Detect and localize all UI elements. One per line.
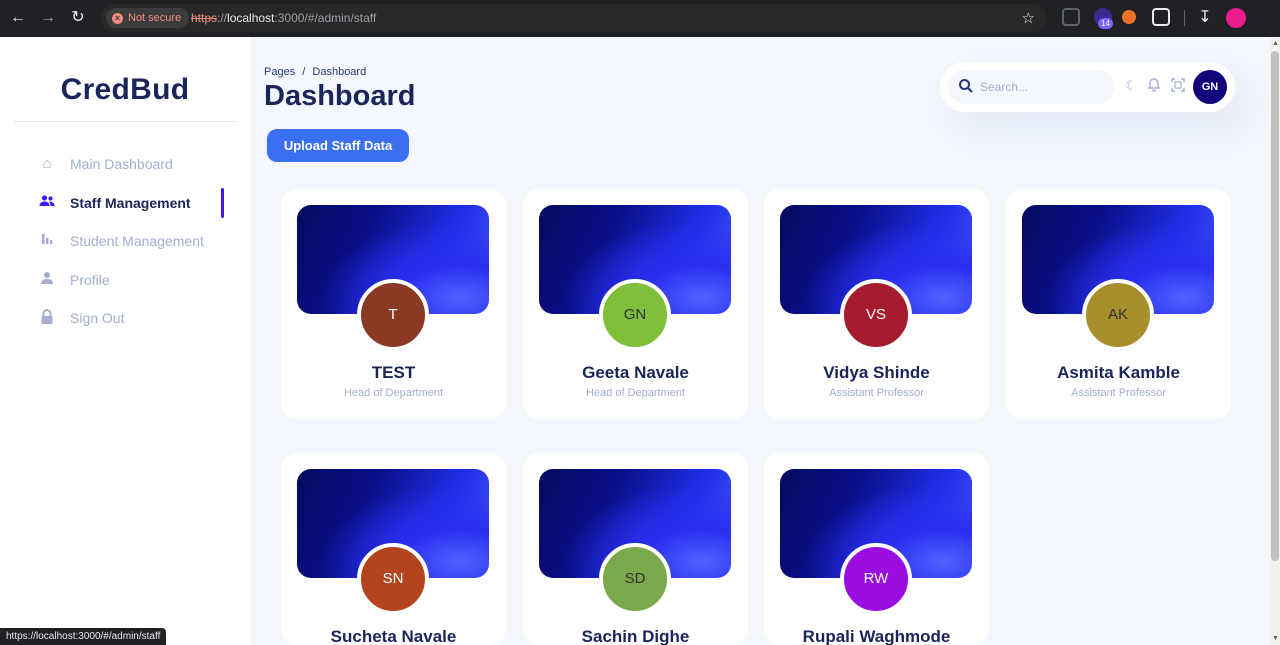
staff-avatar: SN (357, 543, 429, 615)
staff-card[interactable]: RW Rupali Waghmode (764, 453, 989, 645)
warning-icon: × (112, 12, 123, 24)
page-scrollbar[interactable]: ▲ ▼ (1270, 37, 1280, 645)
staff-avatar: AK (1082, 279, 1154, 351)
breadcrumb: Pages / Dashboard (264, 66, 366, 78)
reader-extension-icon[interactable] (1062, 8, 1080, 26)
people-icon (38, 194, 56, 212)
puzzle-extensions-icon[interactable] (1152, 8, 1170, 26)
staff-avatar: RW (840, 543, 912, 615)
search-box[interactable] (948, 70, 1114, 104)
breadcrumb-separator: / (302, 66, 306, 78)
url-text[interactable]: https://localhost:3000/#/admin/staff (191, 10, 376, 26)
breadcrumb-root[interactable]: Pages (264, 66, 295, 78)
staff-card[interactable]: SD Sachin Dighe (523, 453, 748, 645)
staff-role: Assistant Professor (829, 387, 924, 399)
scrollbar-thumb[interactable] (1271, 51, 1279, 561)
staff-role: Assistant Professor (1071, 387, 1166, 399)
extension-badge: 14 (1098, 18, 1113, 29)
back-arrow-icon[interactable]: ← (7, 7, 29, 29)
staff-name: Asmita Kamble (1057, 363, 1180, 382)
bar-chart-icon-svg (42, 234, 53, 244)
scan-qr-icon[interactable] (1170, 78, 1186, 94)
url-protocol: https (191, 11, 218, 25)
staff-name: Sucheta Navale (330, 627, 457, 645)
url-separator: :// (217, 11, 228, 25)
url-host: localhost (227, 11, 275, 25)
staff-name: Geeta Navale (582, 363, 689, 382)
scroll-up-arrow-icon[interactable]: ▲ (1272, 40, 1279, 47)
people-icon-svg (39, 195, 55, 206)
topbar: ☾ GN (940, 62, 1235, 112)
breadcrumb-current[interactable]: Dashboard (312, 66, 366, 78)
lock-icon (38, 309, 56, 327)
sidebar: CredBud ⌂ Main Dashboard Staff Managemen… (0, 37, 250, 645)
search-icon (959, 79, 973, 93)
lock-icon-svg (41, 309, 53, 324)
sidebar-item-label: Main Dashboard (70, 156, 173, 172)
profile-avatar-icon[interactable] (1226, 8, 1246, 28)
forward-arrow-icon[interactable]: → (37, 7, 59, 29)
staff-avatar: SD (599, 543, 671, 615)
staff-card[interactable]: SN Sucheta Navale (281, 453, 506, 645)
scan-icon-svg (1171, 78, 1185, 92)
sidebar-item-label: Profile (70, 272, 110, 288)
bookmark-star-icon[interactable]: ☆ (1022, 9, 1035, 27)
sidebar-divider (14, 121, 237, 122)
toolbar-divider (1184, 10, 1185, 26)
staff-name: Rupali Waghmode (802, 627, 951, 645)
sidebar-item-main-dashboard[interactable]: ⌂ Main Dashboard (0, 149, 250, 179)
scroll-down-arrow-icon[interactable]: ▼ (1272, 635, 1279, 642)
address-bar[interactable]: × Not secure https://localhost:3000/#/ad… (101, 4, 1047, 32)
staff-name: TEST (371, 363, 416, 382)
user-avatar[interactable]: GN (1193, 70, 1227, 104)
staff-card[interactable]: AK Asmita Kamble Assistant Professor (1006, 189, 1231, 419)
dark-mode-moon-icon[interactable]: ☾ (1123, 78, 1139, 94)
sidebar-item-label: Student Management (70, 233, 204, 249)
sidebar-item-staff-management[interactable]: Staff Management (0, 188, 250, 218)
sidebar-item-label: Staff Management (70, 195, 191, 211)
staff-avatar: T (357, 279, 429, 351)
staff-card[interactable]: VS Vidya Shinde Assistant Professor (764, 189, 989, 419)
security-label: Not secure (128, 12, 182, 24)
person-icon-svg (41, 272, 53, 284)
staff-card[interactable]: GN Geeta Navale Head of Department (523, 189, 748, 419)
staff-avatar: VS (840, 279, 912, 351)
page-title: Dashboard (264, 80, 416, 112)
download-icon[interactable]: ↧ (1194, 7, 1216, 29)
bell-icon-svg (1147, 78, 1161, 92)
staff-name: Sachin Dighe (581, 627, 690, 645)
search-input[interactable] (980, 78, 1108, 96)
browser-toolbar: ← → ↻ × Not secure https://localhost:300… (0, 0, 1280, 37)
home-icon: ⌂ (42, 155, 52, 172)
security-indicator[interactable]: × Not secure (106, 8, 190, 28)
staff-role: Head of Department (585, 387, 686, 399)
notification-bell-icon[interactable] (1146, 78, 1162, 94)
link-status-bar: https://localhost:3000/#/admin/staff (0, 628, 167, 645)
bar-chart-icon (38, 232, 56, 250)
staff-card[interactable]: T TEST Head of Department (281, 189, 506, 419)
staff-avatar: GN (599, 279, 671, 351)
reload-icon[interactable]: ↻ (67, 7, 89, 29)
staff-name: Vidya Shinde (823, 363, 930, 382)
sidebar-item-student-management[interactable]: Student Management (0, 226, 250, 256)
staff-role: Head of Department (343, 387, 444, 399)
url-path: :3000/#/admin/staff (274, 11, 377, 25)
cookie-extension-icon[interactable] (1122, 10, 1136, 24)
active-indicator (221, 188, 224, 218)
sidebar-item-sign-out[interactable]: Sign Out (0, 303, 250, 333)
person-icon (38, 271, 56, 289)
sidebar-item-label: Sign Out (70, 310, 125, 326)
brand-logo: CredBud (60, 73, 190, 106)
sidebar-item-profile[interactable]: Profile (0, 265, 250, 295)
upload-staff-data-button[interactable]: Upload Staff Data (267, 129, 409, 162)
